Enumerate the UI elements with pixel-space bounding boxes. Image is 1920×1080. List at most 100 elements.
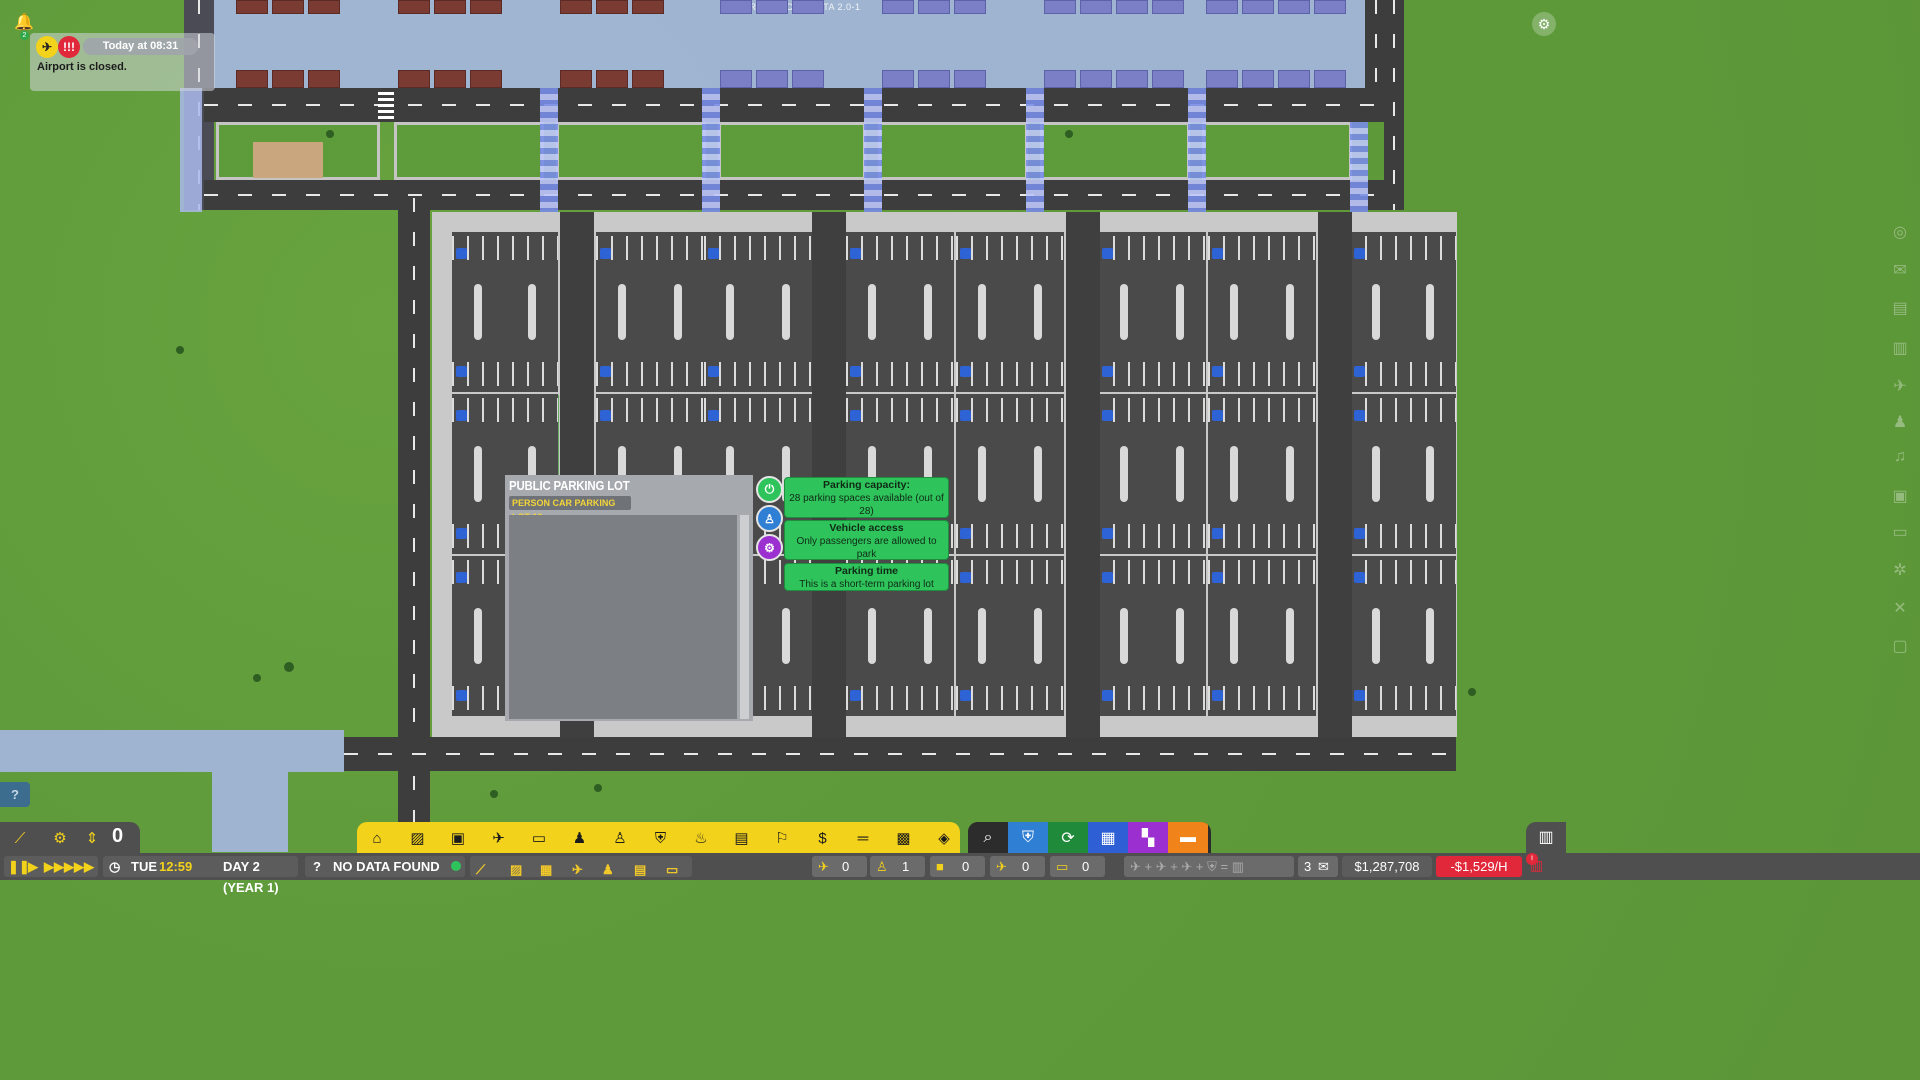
car-side-icon[interactable]: ▭ bbox=[1880, 522, 1920, 552]
parking-island bbox=[1034, 284, 1042, 340]
staff-icon[interactable]: ♟ bbox=[568, 826, 592, 850]
security-icon[interactable]: ⛨ bbox=[649, 826, 673, 850]
quick-people-icon[interactable]: ♟ bbox=[602, 859, 614, 880]
faster-icon[interactable]: ▶▶▶ bbox=[64, 856, 94, 877]
cog-side-icon[interactable]: ✲ bbox=[1880, 560, 1920, 590]
document-icon[interactable]: ▤ bbox=[1880, 298, 1920, 328]
gears-tool-icon[interactable]: ⚙ bbox=[48, 826, 72, 850]
bus-icon[interactable]: ▣ bbox=[446, 826, 470, 850]
handicap-icon bbox=[456, 528, 467, 539]
terminal-annex bbox=[0, 730, 344, 772]
runway-tool-icon[interactable]: ⟋ bbox=[8, 826, 32, 850]
parking-stalls bbox=[846, 398, 954, 422]
food-icon[interactable]: ⚐ bbox=[770, 826, 794, 850]
floor-icon[interactable]: ▨ bbox=[406, 826, 430, 850]
parking-stalls bbox=[704, 362, 812, 386]
quick-runway-icon[interactable]: ⟋ bbox=[476, 859, 485, 880]
clock-icon: ◷ bbox=[109, 859, 121, 874]
parking-lot-panel[interactable]: PUBLIC PARKING LOT PERSON CAR PARKING LO… bbox=[505, 475, 753, 721]
alarm-icon[interactable]: ♫ bbox=[1880, 448, 1920, 478]
chart-down-icon[interactable]: ▥ bbox=[1530, 857, 1543, 874]
quick-bag-icon[interactable]: ▤ bbox=[634, 859, 646, 880]
parking-stalls bbox=[1098, 236, 1206, 260]
conveyor-icon[interactable]: ═ bbox=[851, 826, 875, 850]
weekday: TUE bbox=[131, 859, 157, 874]
data-label: NO DATA FOUND bbox=[333, 859, 440, 874]
bus-side-icon[interactable]: ▣ bbox=[1880, 486, 1920, 516]
quick-grid-icon[interactable]: ▦ bbox=[540, 859, 552, 880]
settings-gear-icon[interactable]: ⚙ bbox=[1532, 12, 1556, 36]
mail-counter[interactable]: 3 ✉ bbox=[1298, 856, 1338, 877]
handicap-icon bbox=[708, 248, 719, 259]
parking-stalls bbox=[1098, 686, 1206, 710]
play-icon[interactable]: ▶ bbox=[28, 856, 38, 877]
zone-icon[interactable]: ▚ bbox=[1128, 822, 1168, 853]
baggage-icon[interactable]: ▩ bbox=[892, 826, 916, 850]
parking-stalls bbox=[1350, 236, 1456, 260]
checkin-icon[interactable]: ▤ bbox=[730, 826, 754, 850]
game-world-map[interactable]: AIRPORT CEO BETA 2.0-1 bbox=[0, 0, 1920, 1080]
staff-side-icon[interactable]: ♟ bbox=[1880, 412, 1920, 442]
refresh-icon[interactable]: ⟳ bbox=[1048, 822, 1088, 853]
handicap-icon bbox=[708, 410, 719, 421]
help-button[interactable]: ? bbox=[0, 782, 30, 807]
quick-plane-icon[interactable]: ✈ bbox=[572, 859, 583, 880]
handicap-icon bbox=[960, 690, 971, 701]
data-panel[interactable]: ? NO DATA FOUND bbox=[305, 856, 465, 877]
power-toggle-icon[interactable]: ⏻ bbox=[756, 476, 783, 503]
parking-stalls bbox=[1208, 398, 1316, 422]
checkin-desk bbox=[792, 0, 824, 14]
level-counter: 0 bbox=[112, 825, 124, 847]
handicap-icon bbox=[456, 572, 467, 583]
parking-island bbox=[1426, 446, 1434, 502]
fast-icon[interactable]: ▶▶ bbox=[44, 856, 64, 877]
mail-icon[interactable]: ✉ bbox=[1880, 260, 1920, 290]
gate-counter bbox=[398, 70, 430, 88]
stats-icon[interactable]: ▥ bbox=[1880, 338, 1920, 368]
toilet-icon[interactable]: ♨ bbox=[689, 826, 713, 850]
lot-aisle bbox=[1318, 212, 1352, 737]
passenger-icon[interactable]: ♙ bbox=[608, 826, 632, 850]
handicap-icon bbox=[456, 690, 467, 701]
gate-counter bbox=[1206, 70, 1238, 88]
vehicle-icon[interactable]: ▬ bbox=[1168, 822, 1208, 853]
tools-side-icon[interactable]: ✕ bbox=[1880, 598, 1920, 628]
parking-stalls bbox=[452, 362, 558, 386]
search-icon[interactable]: ⌕ bbox=[968, 822, 1008, 853]
checkin-desk bbox=[308, 0, 340, 14]
grid-icon[interactable]: ▦ bbox=[1088, 822, 1128, 853]
building-plot bbox=[253, 142, 323, 178]
parking-island bbox=[1034, 446, 1042, 502]
passenger-access-icon[interactable]: ♙ bbox=[756, 505, 783, 532]
quick-vehicle-icon[interactable]: ▭ bbox=[666, 859, 678, 880]
rating-formula[interactable]: ✈ + ✈ + ✈ + ⛨ = ▥ bbox=[1124, 856, 1294, 877]
settings-cogs-icon[interactable]: ⚙ bbox=[756, 534, 783, 561]
gate-counter bbox=[1314, 70, 1346, 88]
panel-scrollbar[interactable] bbox=[740, 515, 749, 719]
bell-badge: 2 bbox=[20, 31, 29, 40]
flights-icon[interactable]: ✈ bbox=[1880, 376, 1920, 406]
cargo-icon[interactable]: ◈ bbox=[932, 826, 956, 850]
handicap-icon bbox=[1102, 572, 1113, 583]
level-updown-icon[interactable]: ⇕ bbox=[80, 826, 104, 850]
parking-stalls bbox=[1208, 560, 1316, 584]
pause-icon[interactable]: ❚❚ bbox=[8, 856, 30, 877]
finance-icon[interactable]: $ bbox=[811, 826, 835, 850]
game-date: DAY 2 (YEAR 1) bbox=[223, 859, 279, 895]
terminal-icon[interactable]: ⌂ bbox=[365, 826, 389, 850]
parking-island bbox=[978, 446, 986, 502]
parking-island bbox=[1120, 284, 1128, 340]
gate-counter bbox=[1044, 70, 1076, 88]
globe-icon[interactable]: ◎ bbox=[1880, 222, 1920, 252]
quick-floor-icon[interactable]: ▨ bbox=[510, 859, 522, 880]
checkin-desk bbox=[470, 0, 502, 14]
checkin-desk bbox=[720, 0, 752, 14]
panel-side-icon[interactable]: ▢ bbox=[1880, 636, 1920, 666]
shield-icon[interactable]: ⛨ bbox=[1008, 822, 1048, 853]
runway-icon[interactable]: ✈ bbox=[487, 826, 511, 850]
stand-icon[interactable]: ▭ bbox=[527, 826, 551, 850]
notification-card[interactable]: ✈ !!! Today at 08:31 Airport is closed. bbox=[30, 33, 215, 91]
money-rate: -$1,529/H bbox=[1436, 856, 1522, 877]
parking-island bbox=[1230, 446, 1238, 502]
charts-icon[interactable]: ▥ bbox=[1526, 822, 1566, 853]
